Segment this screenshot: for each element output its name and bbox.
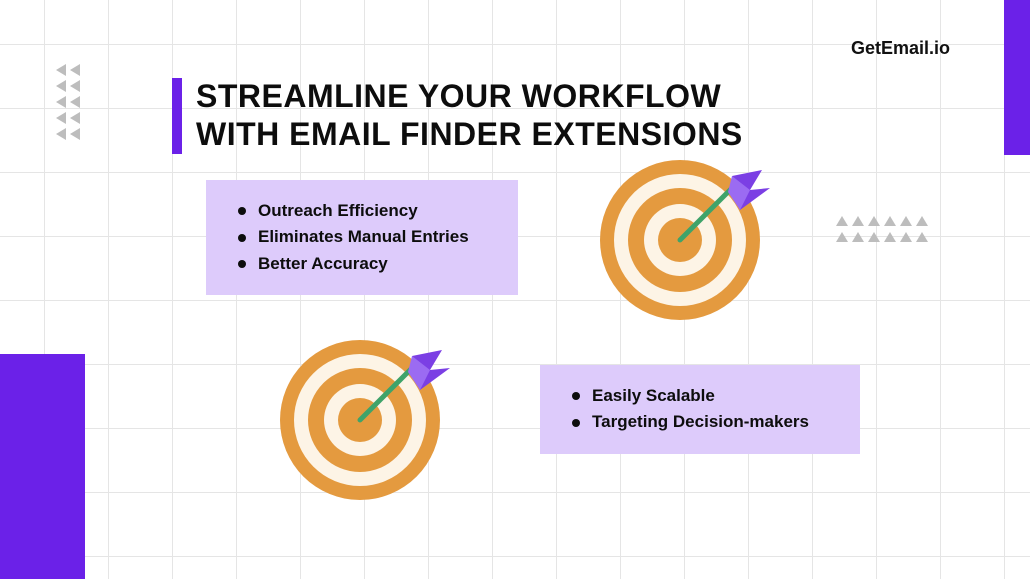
accent-block-left [0,354,85,579]
accent-bar-right [1004,0,1030,155]
target-dart-icon [280,340,440,500]
page-heading: STREAMLINE YOUR WORKFLOW WITH EMAIL FIND… [172,78,743,154]
brand-label: GetEmail.io [851,38,950,59]
heading-text: STREAMLINE YOUR WORKFLOW WITH EMAIL FIND… [196,78,743,154]
list-item: Eliminates Manual Entries [238,224,490,250]
triangle-cluster-right-icon [836,216,956,255]
list-item: Easily Scalable [572,383,832,409]
benefits-card-top: Outreach Efficiency Eliminates Manual En… [206,180,518,295]
target-dart-icon [600,160,760,320]
list-item: Better Accuracy [238,251,490,277]
heading-accent-bar [172,78,182,154]
list-item: Targeting Decision-makers [572,409,832,435]
triangle-cluster-left-icon [56,62,116,147]
list-item: Outreach Efficiency [238,198,490,224]
heading-line-2: WITH EMAIL FINDER EXTENSIONS [196,116,743,152]
benefits-card-bottom: Easily Scalable Targeting Decision-maker… [540,365,860,454]
heading-line-1: STREAMLINE YOUR WORKFLOW [196,78,721,114]
